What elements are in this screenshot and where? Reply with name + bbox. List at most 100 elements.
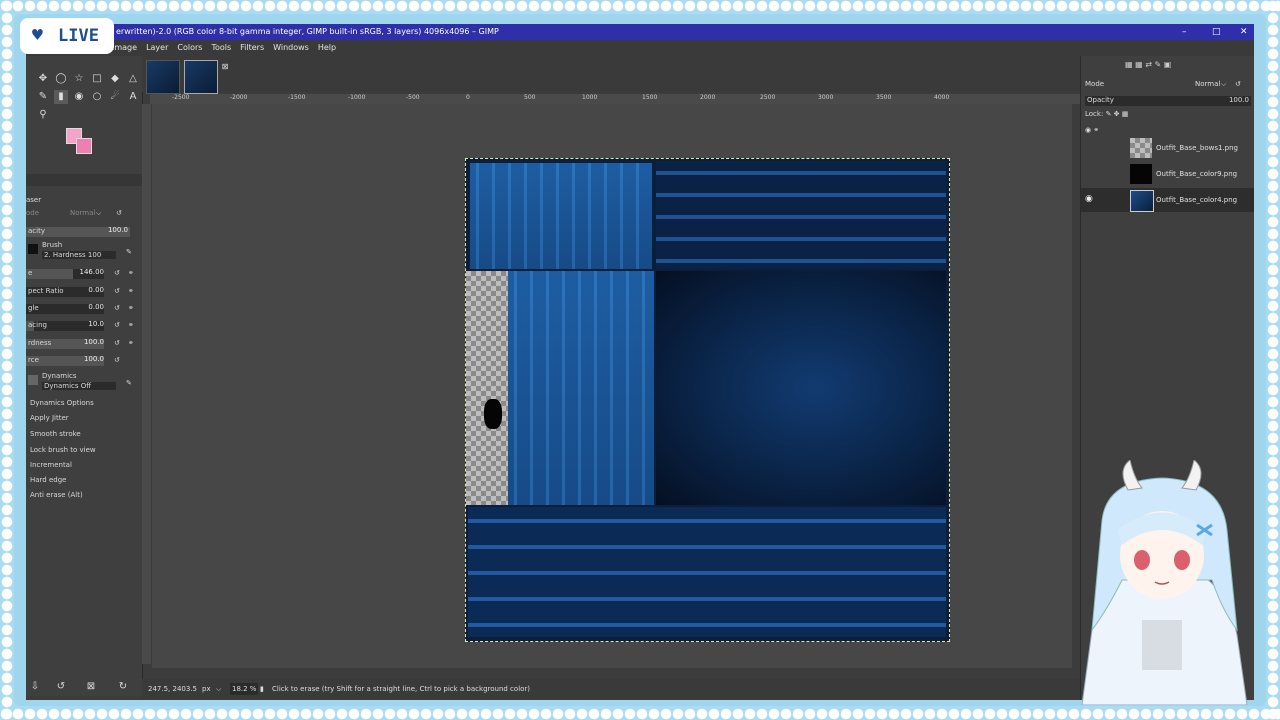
ruler-label: -2500: [172, 94, 190, 101]
layer-row[interactable]: Outfit_Base_bows1.png: [1081, 136, 1254, 160]
eye-icon[interactable]: ◉: [1085, 194, 1093, 204]
chain-icon[interactable]: ⚭: [128, 304, 134, 312]
ruler-label: 0: [466, 94, 470, 101]
eraser-tool-icon[interactable]: ▮: [54, 90, 68, 104]
canvas-area[interactable]: [152, 104, 1072, 668]
smooth-stroke-checkbox[interactable]: Smooth stroke: [30, 430, 81, 438]
menu-tools[interactable]: Tools: [211, 43, 231, 52]
image-tab-2[interactable]: [184, 60, 218, 94]
reset-icon[interactable]: ↺: [114, 356, 120, 364]
close-icon[interactable]: ✕: [1240, 24, 1248, 40]
layer-mode-value[interactable]: Normal: [1195, 80, 1220, 88]
dynamics-options-toggle[interactable]: Dynamics Options: [30, 399, 94, 407]
move-tool-icon[interactable]: ✥: [36, 72, 50, 86]
transform-tool-icon[interactable]: ◆: [108, 72, 122, 86]
lasso-tool-icon[interactable]: ◯: [54, 72, 68, 86]
fabric-patch-bottom: [468, 507, 946, 637]
reset-icon[interactable]: ↺: [1235, 80, 1241, 88]
menu-filters[interactable]: Filters: [240, 43, 264, 52]
menu-image[interactable]: Image: [112, 43, 137, 52]
edit-dynamics-icon[interactable]: ✎: [126, 379, 132, 387]
menu-windows[interactable]: Windows: [273, 43, 309, 52]
force-row[interactable]: rce 100.0 ↺: [26, 355, 138, 367]
reset-icon[interactable]: ↺: [114, 287, 120, 295]
minimize-icon[interactable]: –: [1182, 24, 1187, 40]
dynamics-row[interactable]: Dynamics Dynamics Off ✎: [26, 371, 138, 393]
save-options-icon[interactable]: ⇩: [28, 680, 42, 694]
status-bar: 247.5, 2403.5 px ⌵ 18.2 % ▮ Click to era…: [142, 679, 1092, 699]
chain-icon[interactable]: ⚭: [128, 339, 134, 347]
layer-row[interactable]: Outfit_Base_color9.png: [1081, 162, 1254, 186]
incremental-checkbox[interactable]: Incremental: [30, 461, 72, 469]
dynamics-value[interactable]: Dynamics Off: [42, 382, 116, 390]
texture-image[interactable]: [465, 158, 950, 642]
spacing-row[interactable]: acing 10.0 ↺ ⚭: [26, 320, 138, 332]
dynamics-icon[interactable]: [28, 375, 38, 385]
reset-icon[interactable]: ↺: [114, 269, 120, 277]
angle-row[interactable]: gle 0.00 ↺ ⚭: [26, 303, 138, 315]
bucket-tool-icon[interactable]: ◉: [72, 90, 86, 104]
hard-edge-checkbox[interactable]: Hard edge: [30, 476, 66, 484]
apply-jitter-checkbox[interactable]: Apply Jitter: [30, 414, 69, 422]
chevron-down-icon: ⌵: [96, 209, 102, 217]
lock-brush-checkbox[interactable]: Lock brush to view: [30, 446, 96, 454]
chain-icon[interactable]: ⚭: [128, 287, 134, 295]
layer-name[interactable]: Outfit_Base_color4.png: [1156, 196, 1237, 204]
layer-row-selected[interactable]: ◉ Outfit_Base_color4.png: [1081, 188, 1254, 212]
smudge-tool-icon[interactable]: ☄: [108, 90, 122, 104]
restore-options-icon[interactable]: ↺: [54, 680, 68, 694]
layer-opacity-slider[interactable]: Opacity 100.0: [1085, 96, 1251, 106]
clone-tool-icon[interactable]: ○: [90, 90, 104, 104]
brush-row[interactable]: Brush 2. Hardness 100 ✎: [26, 240, 138, 262]
unit-select[interactable]: px: [202, 679, 211, 699]
window-title: erwritten)-2.0 (RGB color 8-bit gamma in…: [116, 27, 499, 36]
layer-name[interactable]: Outfit_Base_color9.png: [1156, 170, 1237, 178]
fabric-patch-top-right: [656, 161, 946, 269]
pencil-tool-icon[interactable]: ✎: [36, 90, 50, 104]
reset-icon[interactable]: ↺: [114, 321, 120, 329]
close-tab-icon[interactable]: ⊠: [218, 60, 232, 74]
menu-colors[interactable]: Colors: [177, 43, 202, 52]
zoom-tool-icon[interactable]: ⚲: [36, 108, 50, 122]
dynamics-label: Dynamics: [42, 372, 77, 380]
reset-icon[interactable]: ↺: [114, 304, 120, 312]
brush-name[interactable]: 2. Hardness 100: [42, 251, 116, 259]
anti-erase-checkbox[interactable]: Anti erase (Alt): [30, 491, 83, 499]
lock-pixels-icon[interactable]: ✎: [1106, 110, 1112, 118]
crop-tool-icon[interactable]: □: [90, 72, 104, 86]
layer-mode-row[interactable]: Mode Normal ⌵ ↺: [1085, 78, 1254, 92]
background-color-swatch[interactable]: [76, 138, 92, 154]
fuzzy-select-icon[interactable]: ☆: [72, 72, 86, 86]
dock-tab-icons[interactable]: ▦ ▦ ⇄ ✎ ▣: [1125, 60, 1171, 69]
chevron-down-icon: ⌵: [1221, 80, 1227, 88]
fabric-patch-middle-right: [656, 271, 946, 505]
spacing-value: 10.0: [88, 320, 104, 328]
lock-alpha-icon[interactable]: ▦: [1122, 110, 1129, 118]
chain-icon[interactable]: ⚭: [128, 269, 134, 277]
opacity-label-text: acity: [28, 227, 45, 235]
ruler-label: 4000: [934, 94, 950, 101]
lock-position-icon[interactable]: ✥: [1114, 110, 1120, 118]
hardness-row[interactable]: rdness 100.0 ↺ ⚭: [26, 338, 138, 350]
maximize-icon[interactable]: □: [1212, 24, 1221, 40]
aspect-row[interactable]: pect Ratio 0.00 ↺ ⚭: [26, 286, 138, 298]
size-row[interactable]: e e 146.00 ↺ ⚭: [26, 268, 138, 280]
edit-brush-icon[interactable]: ✎: [126, 248, 132, 256]
tool-options-tabs: [26, 174, 142, 186]
mode-row[interactable]: ode Normal ⌵ ↺: [26, 208, 138, 220]
chain-icon[interactable]: ⚭: [128, 321, 134, 329]
layer-thumbnail: [1130, 164, 1152, 184]
brush-preview-icon[interactable]: [28, 244, 38, 254]
reset-icon[interactable]: ↺: [116, 209, 122, 217]
menu-help[interactable]: Help: [318, 43, 336, 52]
reset-options-icon[interactable]: ↻: [116, 680, 130, 694]
text-tool-icon[interactable]: A: [126, 90, 140, 104]
warp-tool-icon[interactable]: △: [126, 72, 140, 86]
reset-icon[interactable]: ↺: [114, 339, 120, 347]
zoom-select[interactable]: 18.2 %: [230, 683, 259, 695]
delete-options-icon[interactable]: ⊠: [84, 680, 98, 694]
image-tab-1[interactable]: [146, 60, 180, 94]
layer-name[interactable]: Outfit_Base_bows1.png: [1156, 144, 1238, 152]
menu-layer[interactable]: Layer: [146, 43, 168, 52]
opacity-row[interactable]: acity 100.0 acity: [26, 226, 138, 238]
